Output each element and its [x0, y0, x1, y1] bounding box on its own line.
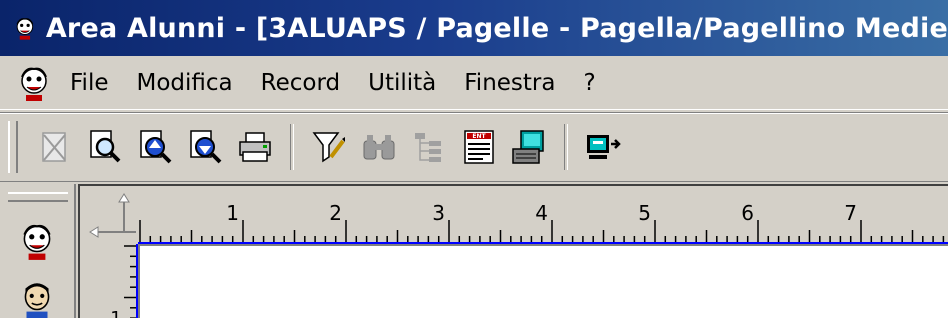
panel-grip[interactable]: [8, 192, 68, 202]
exit-button[interactable]: [581, 125, 625, 169]
search-icon: [90, 130, 121, 163]
search-button[interactable]: [83, 125, 127, 169]
find-button[interactable]: [357, 125, 401, 169]
cartoon-face-icon[interactable]: [12, 8, 38, 48]
move-cursor-icon: [89, 193, 136, 238]
filter-button[interactable]: [307, 125, 351, 169]
search-next-icon: [190, 130, 222, 164]
ruler-number: 3: [432, 201, 445, 225]
left-panel: [0, 184, 76, 318]
report-page[interactable]: [140, 246, 948, 318]
enter-data-icon: ENT: [464, 130, 494, 164]
ruler-number: 1: [110, 308, 121, 318]
toolbar: ENT: [0, 112, 948, 182]
search-previous-button[interactable]: [133, 125, 177, 169]
find-binoculars-icon: [363, 135, 395, 160]
menu-record[interactable]: Record: [247, 66, 354, 100]
window-title: Area Alunni - [3ALUAPS / Pagelle - Pagel…: [45, 12, 948, 44]
cartoon-face-icon[interactable]: [14, 63, 54, 103]
enter-data-button[interactable]: ENT: [457, 125, 501, 169]
horizontal-ruler[interactable]: 12345678: [138, 186, 948, 244]
menu-file[interactable]: File: [64, 66, 123, 100]
ruler-number: 2: [329, 201, 342, 225]
search-previous-icon: [140, 130, 172, 164]
menu-finestra[interactable]: Finestra: [450, 66, 569, 100]
student-face-icon[interactable]: [16, 278, 58, 318]
print-icon: [239, 132, 271, 162]
menu-bar: File Modifica Record Utilità Finestra ?: [0, 56, 948, 110]
delete-record-button[interactable]: [33, 125, 77, 169]
ruler-number: 4: [535, 201, 548, 225]
tree-structure-icon: [415, 133, 441, 162]
svg-text:ENT: ENT: [472, 133, 486, 140]
toolbar-separator: [290, 124, 294, 170]
title-bar: Area Alunni - [3ALUAPS / Pagelle - Pagel…: [0, 0, 948, 56]
report-design-area: 12345678 1: [78, 184, 948, 318]
database-button[interactable]: [507, 125, 551, 169]
ruler-number: 5: [638, 201, 651, 225]
ruler-corner[interactable]: [80, 186, 138, 244]
print-button[interactable]: [233, 125, 277, 169]
ruler-number: 7: [844, 201, 857, 225]
toolbar-separator: [564, 124, 568, 170]
menu-utilita[interactable]: Utilità: [354, 66, 450, 100]
filter-icon: [312, 132, 345, 163]
tree-structure-button[interactable]: [407, 125, 451, 169]
ruler-number: 6: [741, 201, 754, 225]
search-next-button[interactable]: [183, 125, 227, 169]
menu-help[interactable]: ?: [569, 66, 609, 100]
ruler-number: 1: [226, 201, 239, 225]
toolbar-grip[interactable]: [8, 121, 18, 173]
cartoon-face-icon[interactable]: [16, 220, 58, 262]
database-icon: [512, 130, 544, 164]
vertical-ruler[interactable]: 1: [80, 244, 138, 318]
exit-icon: [587, 135, 621, 159]
delete-record-icon: [42, 132, 66, 162]
menu-modifica[interactable]: Modifica: [123, 66, 247, 100]
